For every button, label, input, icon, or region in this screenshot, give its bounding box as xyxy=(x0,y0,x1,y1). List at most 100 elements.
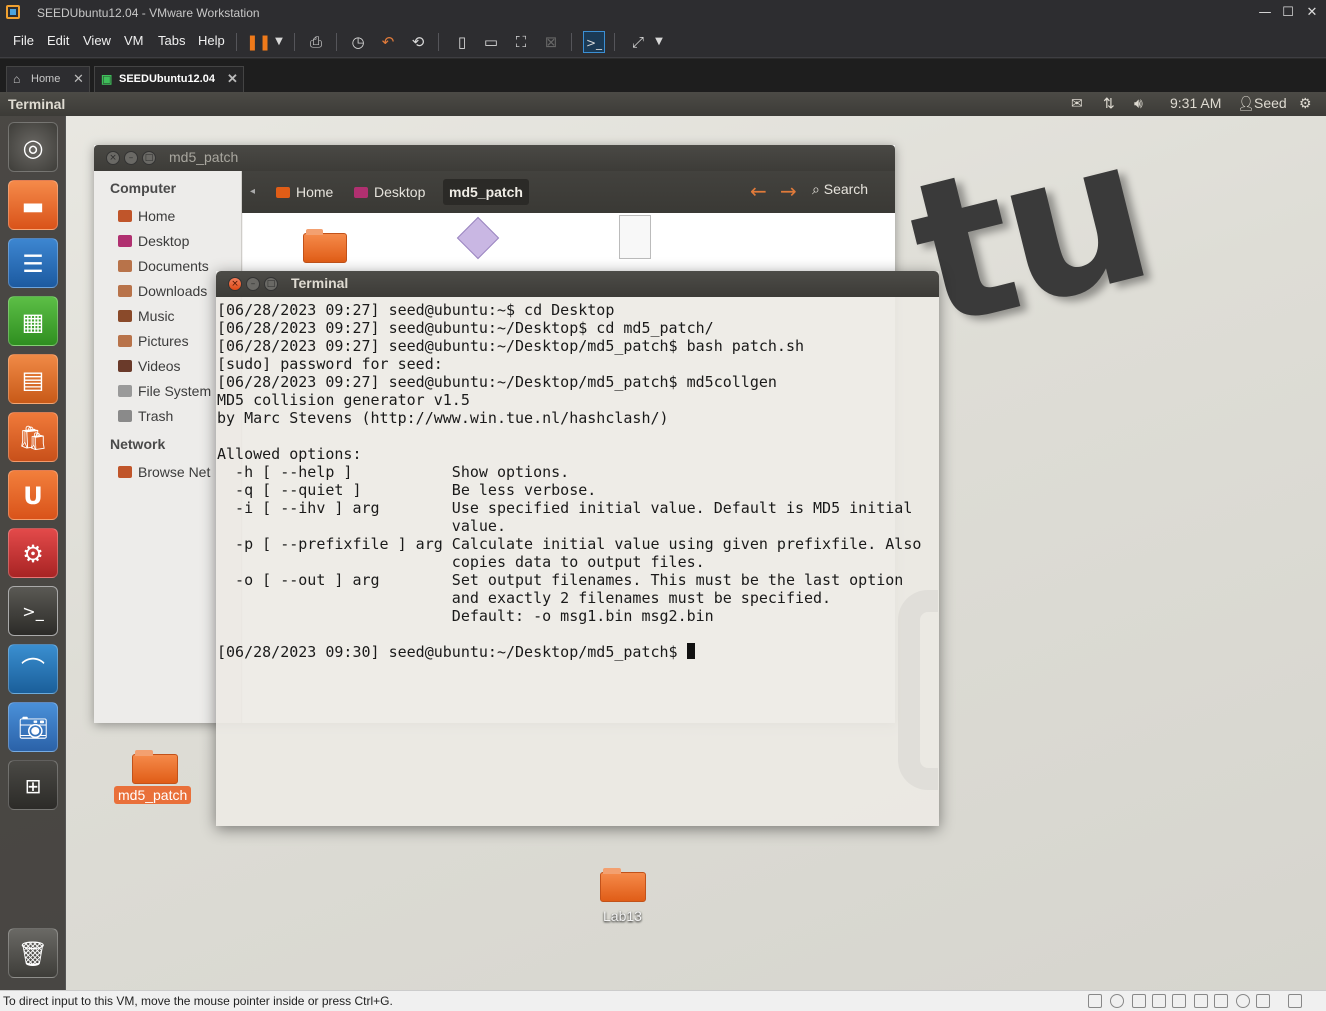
terminal-line: copies data to output files. xyxy=(217,553,705,571)
menu-file[interactable]: File xyxy=(13,33,34,48)
desktop-icon-lab13[interactable]: Lab13 xyxy=(592,862,656,926)
workspace-switcher-icon[interactable]: ⊞ xyxy=(8,760,58,810)
sidebar-item-file-system[interactable]: File System xyxy=(118,383,211,399)
snapshot-icon[interactable]: ◷ xyxy=(347,31,369,53)
gear-icon[interactable]: ⚙ xyxy=(1299,95,1312,112)
unity-launcher: ◎ ▬ ☰ ▦ ▤ 🛍︎ U ⚙ >_ ⌒ 📷︎ ⊞ 🗑︎ xyxy=(0,116,66,990)
system-settings-icon[interactable]: ⚙ xyxy=(8,528,58,578)
script-file-icon[interactable] xyxy=(456,216,500,260)
ubuntu-one-icon[interactable]: U xyxy=(8,470,58,520)
search-button[interactable]: ⌕ Search xyxy=(812,181,868,198)
terminal-line: value. xyxy=(217,517,506,535)
software-center-icon[interactable]: 🛍︎ xyxy=(8,412,58,462)
sidebar-item-documents[interactable]: Documents xyxy=(118,258,209,274)
volume-icon[interactable]: 🔊︎ xyxy=(1134,95,1143,112)
trash-icon[interactable]: 🗑︎ xyxy=(8,928,58,978)
mail-icon[interactable]: ✉ xyxy=(1071,95,1083,112)
sound-icon[interactable] xyxy=(1172,994,1186,1008)
minimize-button[interactable]: — xyxy=(1253,3,1277,23)
terminal-output[interactable]: [06/28/2023 09:27] seed@ubuntu:~$ cd Des… xyxy=(216,297,939,826)
full-screen-icon[interactable]: ⛶ xyxy=(510,31,532,53)
network-icon[interactable]: ⇅ xyxy=(1103,95,1115,112)
terminal-line: -h [ --help ] Show options. xyxy=(217,463,570,481)
chevron-left-icon[interactable]: ◂ xyxy=(250,179,255,205)
text-file-icon[interactable] xyxy=(619,215,651,259)
active-app-name: Terminal xyxy=(8,96,66,112)
maximize-icon[interactable]: □ xyxy=(264,277,278,291)
screenshot-icon[interactable]: 📷︎ xyxy=(8,702,58,752)
cd-drive-icon[interactable] xyxy=(1110,994,1124,1008)
sidebar-item-music[interactable]: Music xyxy=(118,308,175,324)
terminal-prompt[interactable]: [06/28/2023 09:30] seed@ubuntu:~/Desktop… xyxy=(217,643,695,661)
usb-icon[interactable] xyxy=(1194,994,1208,1008)
network-adapter-icon[interactable] xyxy=(1132,994,1146,1008)
sidebar-item-desktop[interactable]: Desktop xyxy=(118,233,189,249)
hard-disk-icon[interactable] xyxy=(1088,994,1102,1008)
snapshot-manager-icon[interactable]: ⟲ xyxy=(407,31,429,53)
camera-icon[interactable] xyxy=(1236,994,1250,1008)
guest-desktop[interactable]: tu Terminal ✉ ⇅ 🔊︎ 9:31 AM 👤︎ Seed ⚙ ◎ ▬… xyxy=(0,92,1326,990)
close-icon[interactable]: ✕ xyxy=(227,71,238,87)
desktop-icon-md5-patch[interactable]: md5_patch xyxy=(112,742,198,810)
menu-help[interactable]: Help xyxy=(198,33,225,48)
chevron-down-icon[interactable]: ▼ xyxy=(648,31,670,53)
vm-titlebar: SEEDUbuntu12.04 - VMware Workstation — ☐… xyxy=(0,0,1326,26)
maximize-icon[interactable]: □ xyxy=(142,151,156,165)
ubuntu-dash-icon[interactable]: ◎ xyxy=(8,122,58,172)
menu-tabs[interactable]: Tabs xyxy=(158,33,185,48)
close-button[interactable]: ✕ xyxy=(1300,3,1324,23)
tab-seedubuntu[interactable]: ▣ SEEDUbuntu12.04 ✕ xyxy=(94,66,244,92)
sidebar-item-pictures[interactable]: Pictures xyxy=(118,333,189,349)
close-icon[interactable]: × xyxy=(106,151,120,165)
terminal-titlebar[interactable]: × – □ Terminal xyxy=(216,271,939,297)
impress-icon[interactable]: ▤ xyxy=(8,354,58,404)
writer-icon[interactable]: ☰ xyxy=(8,238,58,288)
calc-icon[interactable]: ▦ xyxy=(8,296,58,346)
menu-edit[interactable]: Edit xyxy=(47,33,69,48)
revert-snapshot-icon[interactable]: ↶ xyxy=(377,31,399,53)
sidebar-item-browse-network[interactable]: Browse Net xyxy=(118,464,210,480)
files-icon[interactable]: ▬ xyxy=(8,180,58,230)
close-icon[interactable]: × xyxy=(228,277,242,291)
menu-view[interactable]: View xyxy=(83,33,111,48)
close-icon[interactable]: ✕ xyxy=(73,71,84,87)
forward-arrow-icon[interactable]: → xyxy=(780,179,797,203)
stretch-guest-icon[interactable]: ⤢ xyxy=(627,31,649,53)
breadcrumb-home[interactable]: Home xyxy=(276,179,333,205)
file-manager-titlebar[interactable]: × – □ md5_patch xyxy=(94,145,895,171)
folder-icon[interactable] xyxy=(303,229,347,263)
user-name[interactable]: Seed xyxy=(1254,95,1287,111)
console-view-icon[interactable]: >_ xyxy=(583,31,605,53)
breadcrumb-desktop[interactable]: Desktop xyxy=(354,179,425,205)
vm-icon: ▣ xyxy=(101,72,113,86)
display-icon[interactable] xyxy=(1256,994,1270,1008)
show-library-icon[interactable]: ▯ xyxy=(451,31,473,53)
sidebar-item-trash[interactable]: Trash xyxy=(118,408,173,424)
back-arrow-icon[interactable]: ← xyxy=(750,179,767,203)
sidebar-item-downloads[interactable]: Downloads xyxy=(118,283,207,299)
minimize-icon[interactable]: – xyxy=(124,151,138,165)
terminal-line: by Marc Stevens (http://www.win.tue.nl/h… xyxy=(217,409,669,427)
wireshark-icon[interactable]: ⌒ xyxy=(8,644,58,694)
send-ctrl-alt-del-icon[interactable]: ⎙ xyxy=(305,31,327,53)
message-log-icon[interactable] xyxy=(1288,994,1302,1008)
pause-icon[interactable]: ❚❚ xyxy=(246,31,271,53)
clock[interactable]: 9:31 AM xyxy=(1170,95,1221,111)
file-manager-toolbar: ◂ Home Desktop md5_patch ← → ⌕ Search xyxy=(242,171,895,213)
sidebar-item-home[interactable]: Home xyxy=(118,208,175,224)
tab-home[interactable]: ⌂ Home ✕ xyxy=(6,66,90,92)
drive-icon xyxy=(118,385,132,397)
thumbnail-bar-icon[interactable]: ▭ xyxy=(480,31,502,53)
unity-icon[interactable]: ⊠ xyxy=(540,31,562,53)
terminal-line: -o [ --out ] arg Set output filenames. T… xyxy=(217,571,904,589)
terminal-icon[interactable]: >_ xyxy=(8,586,58,636)
terminal-line: [06/28/2023 09:27] seed@ubuntu:~/Desktop… xyxy=(217,337,804,355)
chevron-down-icon[interactable]: ▼ xyxy=(268,31,290,53)
minimize-icon[interactable]: – xyxy=(246,277,260,291)
breadcrumb-md5-patch[interactable]: md5_patch xyxy=(443,179,529,205)
menu-vm[interactable]: VM xyxy=(124,33,144,48)
printer-icon[interactable] xyxy=(1152,994,1166,1008)
sidebar-item-videos[interactable]: Videos xyxy=(118,358,181,374)
maximize-button[interactable]: ☐ xyxy=(1276,3,1300,23)
bluetooth-icon[interactable] xyxy=(1214,994,1228,1008)
